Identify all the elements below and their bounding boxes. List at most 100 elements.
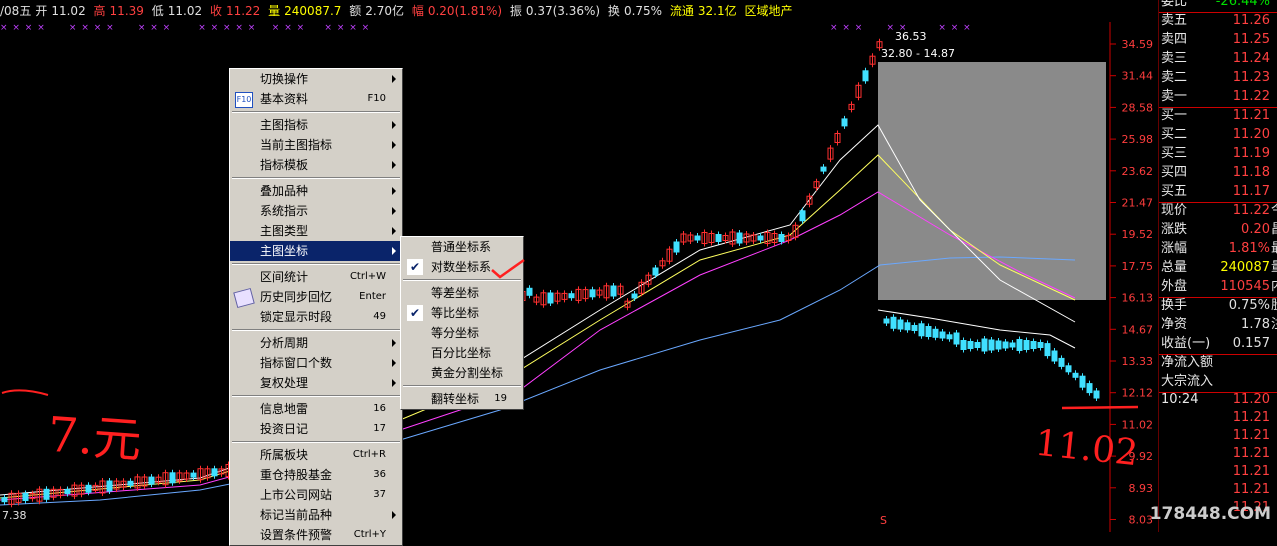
- row-value: 110545: [1220, 279, 1270, 294]
- menu-item[interactable]: 等差坐标: [401, 283, 523, 303]
- menu-item-label: 指标模板: [260, 158, 309, 172]
- order-book-row[interactable]: 买一 11.21: [1159, 106, 1277, 125]
- turnover-label: 换: [607, 4, 620, 18]
- order-book-row[interactable]: 买三 11.19: [1159, 144, 1277, 163]
- menu-item[interactable]: 主图坐标: [230, 241, 402, 261]
- menu-item[interactable]: 锁定显示时段 49: [230, 307, 402, 327]
- handwritten-note-left: 7.元: [45, 406, 144, 470]
- row-value: 0.20: [1241, 222, 1270, 237]
- submenu-arrow-icon: [392, 247, 396, 255]
- order-book-row[interactable]: 卖二 11.23: [1159, 68, 1277, 87]
- menu-item[interactable]: 翻转坐标 19: [401, 389, 523, 409]
- order-book-row[interactable]: 卖五 11.26: [1159, 11, 1277, 30]
- menu-item[interactable]: 历史同步回忆 Enter: [230, 287, 402, 309]
- menu-item[interactable]: 主图指标: [230, 115, 402, 135]
- menu-item[interactable]: 切换操作: [230, 69, 402, 89]
- order-book-row[interactable]: 委比 -26.44%: [1159, 0, 1277, 11]
- low-value: 11.02: [167, 4, 203, 18]
- menu-shortcut: F10: [367, 93, 386, 104]
- order-book-row[interactable]: 买二 11.20: [1159, 125, 1277, 144]
- tick-row: 11.21: [1159, 481, 1277, 498]
- menu-item-label: 系统指示: [260, 204, 309, 218]
- row-label: 卖四: [1161, 32, 1188, 47]
- amplitude-value: 0.37(3.36%): [525, 4, 601, 18]
- price-tick: 8.93: [1129, 482, 1154, 495]
- tick-price: 11.21: [1232, 428, 1270, 443]
- menu-item[interactable]: 等分坐标: [401, 323, 523, 343]
- menu-item-label: 普通坐标系: [431, 240, 492, 254]
- order-book-row[interactable]: 涨幅 1.81%最: [1159, 239, 1277, 258]
- order-book-row[interactable]: 收益(一)0.157P: [1159, 334, 1277, 353]
- volume-value: 240087.7: [284, 4, 342, 18]
- row-label: 收益(一): [1161, 336, 1211, 351]
- order-book-row[interactable]: 卖一 11.22: [1159, 87, 1277, 106]
- context-menu: 切换操作 F10 基本资料 F10 主图指标 当前主图指标 指标模板 叠加品种 系统指示 主图类型…: [229, 68, 403, 546]
- menu-item-label: 分析周期: [260, 336, 309, 350]
- menu-item[interactable]: 主图类型: [230, 221, 402, 241]
- tick-price: 11.21: [1232, 446, 1270, 461]
- menu-shortcut: Ctrl+W: [349, 271, 386, 282]
- order-book-row[interactable]: 外盘 110545内: [1159, 277, 1277, 296]
- menu-item-label: 设置条件预警: [260, 528, 333, 542]
- order-book-row[interactable]: 现价 11.22今: [1159, 201, 1277, 220]
- date: /08五: [0, 4, 32, 18]
- menu-item-label: 等比坐标: [431, 306, 480, 320]
- signal-marks: × × × × × × × × × × × × × × × × × × × × …: [0, 23, 371, 33]
- menu-item[interactable]: 黄金分割坐标: [401, 363, 523, 383]
- range-label: 32.80 - 14.87: [881, 47, 955, 60]
- menu-item[interactable]: 所属板块 Ctrl+R: [230, 445, 402, 465]
- menu-item-label: 黄金分割坐标: [431, 366, 504, 380]
- flow-row: 大宗流入: [1159, 372, 1277, 391]
- price-tick: 12.12: [1122, 387, 1154, 400]
- float-value: 32.1亿: [697, 4, 737, 18]
- menu-item[interactable]: 当前主图指标: [230, 135, 402, 155]
- menu-item-label: 所属板块: [260, 448, 309, 462]
- menu-item-label: 历史同步回忆: [260, 290, 333, 304]
- price-tick: 23.62: [1122, 165, 1154, 178]
- order-book-row[interactable]: 换手 0.75%股: [1159, 296, 1277, 315]
- order-book-row[interactable]: 买四 11.18: [1159, 163, 1277, 182]
- tick-row: 10:24 11.20: [1159, 391, 1277, 408]
- price-tick: 25.98: [1122, 133, 1154, 146]
- sector-name[interactable]: 区域地产: [744, 4, 792, 18]
- menu-item-label: 当前主图指标: [260, 138, 333, 152]
- menu-item[interactable]: 叠加品种: [230, 181, 402, 201]
- order-book-row[interactable]: 涨跌 0.20昌: [1159, 220, 1277, 239]
- amount-label: 额: [349, 4, 362, 18]
- menu-item[interactable]: 上市公司网站 37: [230, 485, 402, 505]
- order-book-row[interactable]: 总量 240087量: [1159, 258, 1277, 277]
- menu-item[interactable]: 百分比坐标: [401, 343, 523, 363]
- menu-item[interactable]: 普通坐标系: [401, 237, 523, 257]
- price-tick: 28.58: [1122, 101, 1154, 114]
- menu-item-label: 基本资料: [260, 92, 309, 106]
- order-book-row[interactable]: 卖三 11.24: [1159, 49, 1277, 68]
- menu-item[interactable]: 复权处理: [230, 373, 402, 393]
- submenu-arrow-icon: [392, 379, 396, 387]
- order-book-row[interactable]: 卖四 11.25: [1159, 30, 1277, 49]
- order-book-row[interactable]: 净资 1.78注: [1159, 315, 1277, 334]
- menu-item[interactable]: 指标模板: [230, 155, 402, 175]
- menu-separator: [403, 385, 521, 387]
- menu-item[interactable]: 投资日记 17: [230, 419, 402, 439]
- turnover-value: 0.75%: [623, 4, 663, 18]
- menu-item[interactable]: 重仓持股基金 36: [230, 465, 402, 485]
- menu-item[interactable]: ✔ 等比坐标: [401, 303, 523, 323]
- menu-item-label: 等分坐标: [431, 326, 480, 340]
- menu-separator: [232, 441, 400, 443]
- order-book-row[interactable]: 买五 11.17: [1159, 182, 1277, 201]
- menu-item[interactable]: 设置条件预警 Ctrl+Y: [230, 525, 402, 545]
- menu-item-label: 指标窗口个数: [260, 356, 333, 370]
- price-tick: 21.47: [1122, 197, 1154, 210]
- menu-item[interactable]: F10 基本资料 F10: [230, 89, 402, 109]
- menu-item[interactable]: 指标窗口个数: [230, 353, 402, 373]
- price-tick: 14.67: [1122, 323, 1154, 336]
- menu-item[interactable]: 标记当前品种: [230, 505, 402, 525]
- menu-item[interactable]: 系统指示: [230, 201, 402, 221]
- menu-item[interactable]: 区间统计 Ctrl+W: [230, 267, 402, 287]
- menu-separator: [232, 111, 400, 113]
- menu-item[interactable]: 信息地雷 16: [230, 399, 402, 419]
- menu-shortcut: 17: [373, 423, 386, 434]
- menu-item[interactable]: 分析周期: [230, 333, 402, 353]
- kline-chart[interactable]: 34.59 31.44 28.58 25.98 23.62 21.47 19.52 17.75…: [0, 0, 1158, 532]
- range-selection-box[interactable]: [878, 62, 1106, 300]
